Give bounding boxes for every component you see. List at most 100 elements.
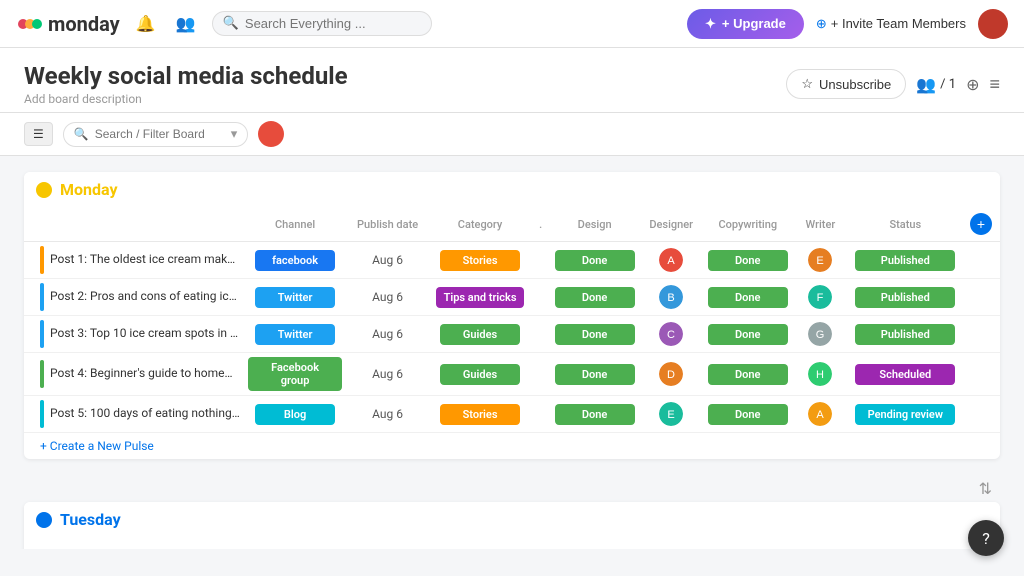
row-comma [531, 396, 550, 433]
row-add [962, 242, 1000, 279]
row-design[interactable]: Done [550, 396, 639, 433]
filter-bar[interactable]: 🔍 ▾ [63, 122, 248, 147]
col-design: Design [550, 207, 639, 242]
tuesday-group: Tuesday Channel Publish date Category . … [24, 502, 1000, 549]
tuesday-group-title[interactable]: Tuesday [60, 510, 121, 529]
unsubscribe-button[interactable]: ☆ Unsubscribe [786, 69, 906, 99]
row-date: Aug 6 [346, 279, 429, 316]
row-date: Aug 6 [346, 316, 429, 353]
row-copywriting[interactable]: Done [703, 353, 792, 396]
row-writer[interactable]: F [792, 279, 848, 316]
tuesday-group-header: Tuesday [24, 502, 1000, 537]
menu-icon[interactable]: ≡ [989, 74, 1000, 95]
row-copywriting[interactable]: Done [703, 316, 792, 353]
team-icon[interactable]: 👥 [172, 10, 200, 38]
row-design[interactable]: Done [550, 279, 639, 316]
tuesday-table: Channel Publish date Category . Design D… [24, 537, 1000, 549]
row-name[interactable]: Post 2: Pros and cons of eating ice crea… [24, 279, 244, 316]
col-category: Category [429, 207, 531, 242]
row-comma [531, 279, 550, 316]
col-category: Category [429, 537, 531, 549]
table-row: Post 1: The oldest ice cream maker alive… [24, 242, 1000, 279]
row-add [962, 396, 1000, 433]
row-copywriting[interactable]: Done [703, 242, 792, 279]
col-design: Design [550, 537, 639, 549]
add-to-favorites-icon[interactable]: ⊕ [966, 75, 979, 94]
user-avatar[interactable] [978, 9, 1008, 39]
row-writer[interactable]: H [792, 353, 848, 396]
col-designer: Designer [639, 537, 703, 549]
row-category[interactable]: Guides [429, 353, 531, 396]
col-name [24, 207, 244, 242]
svg-text:H: H [816, 369, 824, 381]
filter-avatar[interactable] [258, 121, 284, 147]
row-category[interactable]: Guides [429, 316, 531, 353]
row-writer[interactable]: A [792, 396, 848, 433]
monday-group-title[interactable]: Monday [60, 180, 118, 199]
tuesday-group-dot[interactable] [36, 512, 52, 528]
row-comma [531, 316, 550, 353]
table-row: Post 4: Beginner's guide to homemade ic.… [24, 353, 1000, 396]
monday-group: Monday Channel Publish date Category . D… [24, 172, 1000, 459]
upgrade-icon: ✦ [705, 16, 716, 32]
row-channel[interactable]: Facebook group [244, 353, 346, 396]
create-pulse-cell[interactable]: + Create a New Pulse [24, 433, 1000, 460]
row-name[interactable]: Post 3: Top 10 ice cream spots in town [24, 316, 244, 353]
help-fab[interactable]: ? [968, 520, 1004, 556]
add-column-button[interactable]: + [970, 213, 992, 235]
row-name[interactable]: Post 1: The oldest ice cream maker alive… [24, 242, 244, 279]
row-designer[interactable]: A [639, 242, 703, 279]
search-bar[interactable]: 🔍 [212, 11, 432, 36]
row-comma [531, 242, 550, 279]
row-channel[interactable]: Twitter [244, 279, 346, 316]
row-category[interactable]: Stories [429, 242, 531, 279]
col-channel: Channel [244, 537, 346, 549]
search-input[interactable] [245, 16, 395, 31]
tuesday-table-wrapper: Channel Publish date Category . Design D… [24, 537, 1000, 549]
upgrade-button[interactable]: ✦ + Upgrade [687, 9, 804, 39]
row-designer[interactable]: E [639, 396, 703, 433]
row-channel[interactable]: Blog [244, 396, 346, 433]
row-writer[interactable]: G [792, 316, 848, 353]
svg-text:E: E [668, 409, 675, 421]
row-status[interactable]: Scheduled [849, 353, 962, 396]
row-design[interactable]: Done [550, 242, 639, 279]
col-add[interactable]: + [962, 207, 1000, 242]
members-button[interactable]: 👥 / 1 [916, 75, 956, 94]
row-name[interactable]: Post 4: Beginner's guide to homemade ic.… [24, 353, 244, 396]
header: monday 🔔 👥 🔍 ✦ + Upgrade ⊕ + Invite Team… [0, 0, 1024, 48]
tuesday-col-headers: Channel Publish date Category . Design D… [24, 537, 1000, 549]
monday-group-dot[interactable] [36, 182, 52, 198]
sub-header: Weekly social media schedule Add board d… [0, 48, 1024, 113]
row-name[interactable]: Post 5: 100 days of eating nothing but i… [24, 396, 244, 433]
row-writer[interactable]: E [792, 242, 848, 279]
row-status[interactable]: Published [849, 242, 962, 279]
row-status[interactable]: Published [849, 279, 962, 316]
row-designer[interactable]: C [639, 316, 703, 353]
row-designer[interactable]: D [639, 353, 703, 396]
row-design[interactable]: Done [550, 316, 639, 353]
row-channel[interactable]: facebook [244, 242, 346, 279]
invite-button[interactable]: ⊕ + Invite Team Members [816, 16, 966, 32]
row-design[interactable]: Done [550, 353, 639, 396]
row-category[interactable]: Tips and tricks [429, 279, 531, 316]
row-copywriting[interactable]: Done [703, 396, 792, 433]
row-add [962, 353, 1000, 396]
row-copywriting[interactable]: Done [703, 279, 792, 316]
col-publish-date: Publish date [346, 537, 429, 549]
col-writer: Writer [792, 207, 848, 242]
notification-icon[interactable]: 🔔 [132, 10, 160, 38]
row-date: Aug 6 [346, 353, 429, 396]
row-status[interactable]: Published [849, 316, 962, 353]
view-toggle[interactable]: ☰ [24, 122, 53, 146]
filter-input[interactable] [95, 127, 225, 141]
sort-icon[interactable]: ⇅ [979, 479, 992, 498]
filter-dropdown-icon[interactable]: ▾ [231, 127, 238, 142]
row-category[interactable]: Stories [429, 396, 531, 433]
row-designer[interactable]: B [639, 279, 703, 316]
row-channel[interactable]: Twitter [244, 316, 346, 353]
col-designer: Designer [639, 207, 703, 242]
row-status[interactable]: Pending review [849, 396, 962, 433]
board-description[interactable]: Add board description [24, 92, 348, 106]
create-pulse-row[interactable]: + Create a New Pulse [24, 433, 1000, 460]
